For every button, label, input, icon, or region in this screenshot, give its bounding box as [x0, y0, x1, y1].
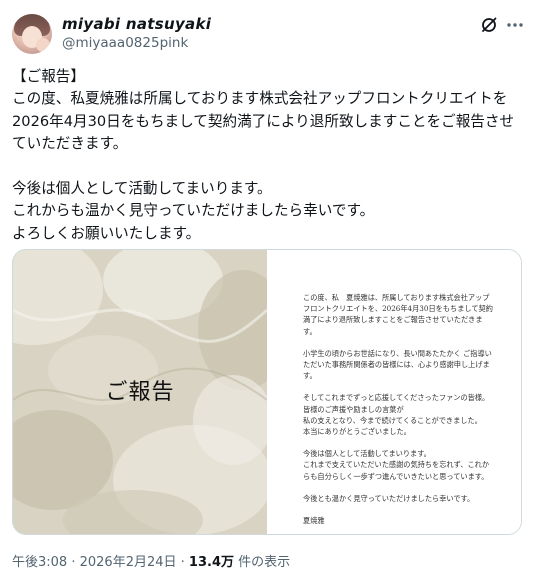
user-handle[interactable]: @miyaaa0825pink: [62, 35, 188, 51]
more-button[interactable]: [504, 14, 526, 36]
doc-paragraph: 小学生の頃からお世話になり、長い間あたたかく ご指導いただいた事務所関係者の皆様…: [303, 348, 492, 381]
tweet-header: miyabi natsuyaki @miyaaa0825pink: [12, 12, 523, 56]
doc-paragraph: 今後は個人として活動してまいります。 これまで支えていただいた感謝の気持ちを忘れ…: [303, 449, 490, 481]
view-label: 件の表示: [234, 555, 291, 570]
attached-image[interactable]: ご報告 この度、私 夏焼雅は、所属しております株式会社アップフロントクリエイトを…: [12, 249, 522, 535]
grok-button[interactable]: [478, 14, 500, 36]
announcement-document: この度、私 夏焼雅は、所属しております株式会社アップフロントクリエイトを、202…: [267, 250, 521, 534]
tweet-time[interactable]: 午後3:08: [12, 555, 67, 570]
avatar[interactable]: [12, 14, 52, 54]
more-dots-icon: [507, 23, 523, 27]
grok-icon: [482, 17, 497, 32]
meta-separator: ·: [67, 555, 80, 570]
announcement-title: ご報告: [105, 380, 175, 405]
meta-separator: ·: [176, 555, 189, 570]
tweet-meta: 午後3:08 · 2026年2月24日 · 13.4万 件の表示: [12, 551, 290, 570]
doc-signature: 夏焼雅: [303, 516, 325, 526]
tweet-date[interactable]: 2026年2月24日: [80, 555, 177, 570]
view-count[interactable]: 13.4万: [189, 555, 234, 570]
announcement-cover: ご報告: [13, 250, 267, 534]
tweet-text: 【ご報告】 この度、私夏焼雅は所属しております株式会社アップフロントクリエイトを…: [12, 68, 515, 242]
display-name[interactable]: miyabi natsuyaki: [62, 15, 211, 33]
doc-paragraph: この度、私 夏焼雅は、所属しております株式会社アップフロントクリエイトを、202…: [303, 293, 493, 336]
doc-paragraph: そしてこれまでずっと応援してくださったファンの皆様。 皆様のご声援や励ましの言葉…: [303, 393, 490, 437]
doc-paragraph: 今後とも温かく見守っていただけましたら幸いです。: [303, 493, 475, 503]
